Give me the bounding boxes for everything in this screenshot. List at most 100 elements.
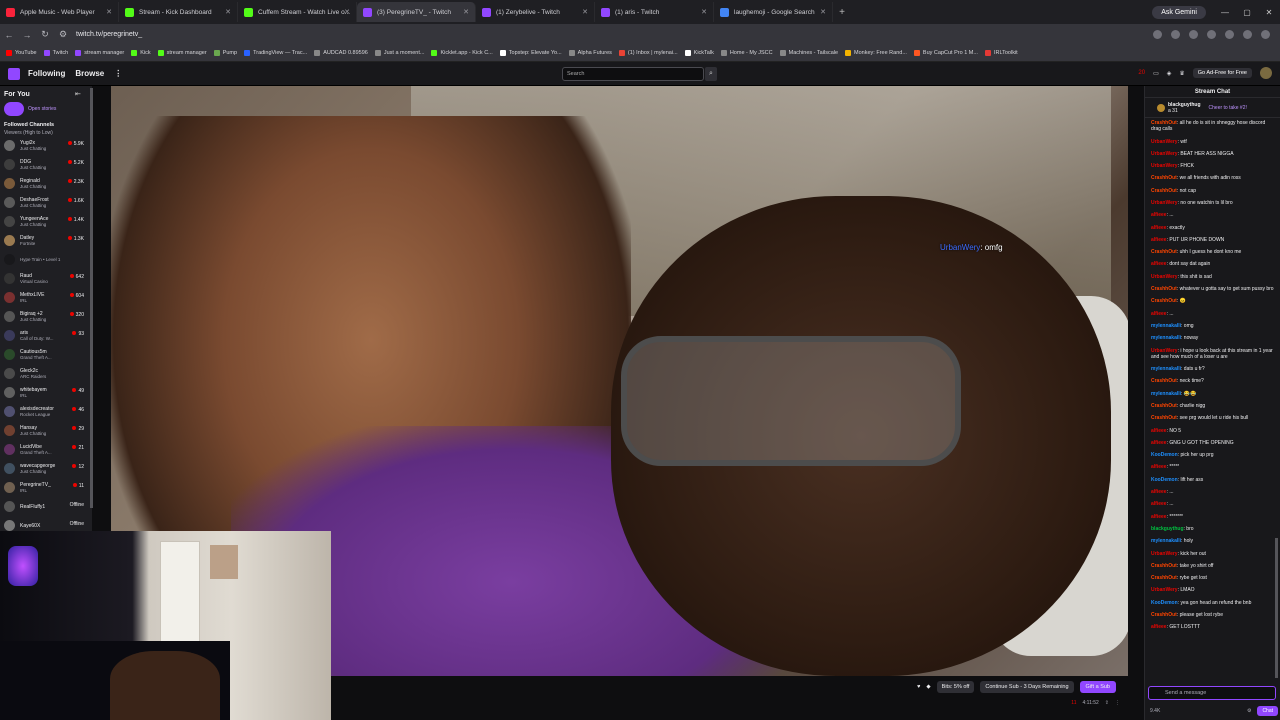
chat-message[interactable]: mylennakalli: 😂😂	[1151, 391, 1274, 397]
chat-message[interactable]: blackguythug: bro	[1151, 526, 1274, 532]
forward-icon[interactable]: →	[18, 30, 36, 40]
sidebar-channel[interactable]: DDG Just Chatting 5.2K	[0, 155, 92, 174]
search-icon[interactable]: ⌕	[705, 67, 717, 81]
bookmark-item[interactable]: Pump	[213, 50, 237, 56]
chat-username[interactable]: mylennakalli	[1151, 335, 1181, 341]
chat-message[interactable]: alfieee: PUT UR PHONE DOWN	[1151, 237, 1274, 243]
bookmark-item[interactable]: AUDCAD 0.89596	[314, 50, 368, 56]
open-stories-link[interactable]: Open stories	[28, 106, 56, 112]
chat-message[interactable]: alfieee: ...	[1151, 212, 1274, 218]
bookmark-item[interactable]: Topstep: Elevate Yo...	[499, 50, 562, 56]
sidebar-channel[interactable]: YungeenAce Just Chatting 1.4K	[0, 212, 92, 231]
chat-message[interactable]: alfieee: ...	[1151, 501, 1274, 507]
chat-message[interactable]: mylennakalli: omg	[1151, 323, 1274, 329]
new-tab-icon[interactable]: +	[833, 7, 851, 18]
chat-message[interactable]: UrbanWery: wtf	[1151, 139, 1274, 145]
chat-message[interactable]: CrashhOut: whatever u gotta say to get s…	[1151, 286, 1274, 292]
twitch-logo-icon[interactable]	[8, 67, 20, 80]
chat-username[interactable]: KooDemon	[1151, 600, 1178, 606]
chat-message[interactable]: alfieee: dont say dat again	[1151, 261, 1274, 267]
close-tab-icon[interactable]: ✕	[344, 8, 350, 16]
chat-username[interactable]: CrashhOut	[1151, 403, 1177, 409]
chat-username[interactable]: alfieee	[1151, 440, 1167, 446]
chat-username[interactable]: CrashhOut	[1151, 120, 1177, 126]
sidebar-channel[interactable]: MethxLIVE IRL 604	[0, 288, 92, 307]
stories-avatar[interactable]	[4, 102, 24, 116]
close-tab-icon[interactable]: ✕	[701, 8, 707, 16]
chat-username[interactable]: CrashhOut	[1151, 563, 1177, 569]
bookmark-item[interactable]: Just a moment...	[374, 50, 424, 56]
browser-tab[interactable]: (3) PeregrineTV_ - Twitch ✕	[357, 2, 476, 22]
chat-username[interactable]: UrbanWery	[1151, 551, 1178, 557]
chat-message[interactable]: UrbanWery: LMAO	[1151, 587, 1274, 593]
chat-username[interactable]: UrbanWery	[1151, 139, 1178, 145]
sidebar-channel[interactable]: Gleck2c ARC Raiders	[0, 364, 92, 383]
chat-username[interactable]: KooDemon	[1151, 452, 1178, 458]
chat-username[interactable]: CrashhOut	[1151, 188, 1177, 194]
browser-tab[interactable]: (1) aris - Twitch ✕	[595, 2, 714, 22]
chat-username[interactable]: alfieee	[1151, 489, 1167, 495]
settings-icon[interactable]: ⚙	[1247, 708, 1251, 714]
chat-message[interactable]: CrashhOut: uhh I guess he dont kno me	[1151, 249, 1274, 255]
sidebar-channel[interactable]: PeregrineTV_ IRL 11	[0, 478, 92, 497]
minimize-icon[interactable]: —	[1214, 8, 1236, 17]
maximize-icon[interactable]: ▢	[1236, 8, 1258, 17]
chat-message[interactable]: CrashhOut: we all friends with adin ross	[1151, 175, 1274, 181]
chat-username[interactable]: mylennakalli	[1151, 391, 1181, 397]
chat-message[interactable]: mylennakalli: dats u fr?	[1151, 366, 1274, 372]
chat-username[interactable]: alfieee	[1151, 311, 1167, 317]
chat-username[interactable]: alfieee	[1151, 261, 1167, 267]
sidebar-channel[interactable]: Datley Fortnite 1.3K	[0, 231, 92, 250]
sidebar-channel[interactable]: aris Call of Duty: W... 93	[0, 326, 92, 345]
chat-input[interactable]: Send a message	[1148, 686, 1276, 700]
chat-username[interactable]: blackguythug	[1151, 526, 1184, 532]
extension-icon[interactable]	[1189, 30, 1198, 39]
chat-message[interactable]: alfieee: NO 5	[1151, 428, 1274, 434]
chat-message[interactable]: alfieee: exactly	[1151, 225, 1274, 231]
sidebar-channel[interactable]: whitebayem IRL 49	[0, 383, 92, 402]
chat-message[interactable]: UrbanWery: BEAT HER ASS NIGGA	[1151, 151, 1274, 157]
sidebar-channel[interactable]: DeshaeFrost Just Chatting 1.6K	[0, 193, 92, 212]
close-icon[interactable]: ✕	[1258, 8, 1280, 17]
chat-username[interactable]: CrashhOut	[1151, 175, 1177, 181]
browser-tab[interactable]: Apple Music - Web Player ✕	[0, 2, 119, 22]
sidebar-channel[interactable]: Cautious5m Grand Theft A...	[0, 345, 92, 364]
url-field[interactable]: twitch.tv/peregrinetv_	[76, 31, 1153, 38]
chat-username[interactable]: CrashhOut	[1151, 286, 1177, 292]
chat-message[interactable]: alfieee: ...	[1151, 311, 1274, 317]
bookmark-item[interactable]: stream manager	[157, 50, 207, 56]
sidebar-channel[interactable]: alexisdecreator Rocket League 46	[0, 402, 92, 421]
sidebar-channel[interactable]: RealFluffy1 Offline	[0, 497, 92, 516]
chat-username[interactable]: CrashhOut	[1151, 415, 1177, 421]
profile-avatar[interactable]	[1243, 30, 1252, 39]
close-tab-icon[interactable]: ✕	[106, 8, 112, 16]
sidebar-channel[interactable]: Bigiraq +2 Just Chatting 320	[0, 307, 92, 326]
bookmark-item[interactable]: TradingView — Trac...	[244, 50, 307, 56]
bookmark-item[interactable]: KickTalk	[684, 50, 714, 56]
sidebar-channel[interactable]: Yugi2x Just Chatting 5.9K	[0, 136, 92, 155]
chat-message[interactable]: UrbanWery: kick her out	[1151, 551, 1274, 557]
chat-scrollbar[interactable]	[1275, 538, 1278, 678]
chat-message[interactable]: KooDemon: yea gon head an refund the bnb	[1151, 600, 1274, 606]
chat-message[interactable]: CrashhOut: take yo shirt off	[1151, 563, 1274, 569]
chat-username[interactable]: CrashhOut	[1151, 378, 1177, 384]
gift-sub-button[interactable]: Gift a Sub	[1079, 681, 1116, 693]
chat-username[interactable]: mylennakalli	[1151, 366, 1181, 372]
chat-message[interactable]: CrashhOut: please get lost rybe	[1151, 612, 1274, 618]
chat-message[interactable]: CrashhOut: charlie nigg	[1151, 403, 1274, 409]
chat-message[interactable]: UrbanWery: this shit is sad	[1151, 274, 1274, 280]
chat-username[interactable]: mylennakalli	[1151, 323, 1181, 329]
browse-link[interactable]: Browse	[75, 69, 104, 78]
go-ad-free-button[interactable]: Go Ad-Free for Free	[1192, 68, 1252, 78]
chat-username[interactable]: KooDemon	[1151, 477, 1178, 483]
chat-message[interactable]: CrashhOut: not cap	[1151, 188, 1274, 194]
bookmark-item[interactable]: IRLToolkit	[984, 50, 1018, 56]
cheer-link[interactable]: Cheer to take #2!	[1209, 105, 1247, 111]
bits-icon[interactable]: ◆	[926, 684, 930, 690]
chat-username[interactable]: alfieee	[1151, 501, 1167, 507]
chat-username[interactable]: alfieee	[1151, 225, 1167, 231]
chat-username[interactable]: CrashhOut	[1151, 575, 1177, 581]
sidebar-scrollbar[interactable]	[90, 88, 93, 508]
site-info-icon[interactable]: ⚙	[54, 29, 72, 40]
chat-username[interactable]: UrbanWery	[1151, 200, 1178, 206]
